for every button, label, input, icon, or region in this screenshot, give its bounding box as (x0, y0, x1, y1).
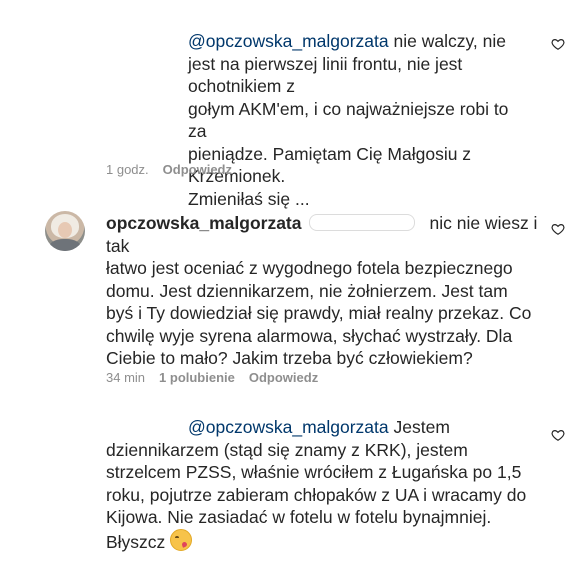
face-blowing-kiss-emoji (170, 528, 193, 551)
comment-body: nie walczy, nie jest na pierwszej linii … (188, 31, 509, 209)
comment-text: opczowska_malgorzata nic nie wiesz i tak … (106, 212, 546, 370)
likes-count[interactable]: 1 polubienie (159, 370, 235, 385)
comment-username[interactable]: opczowska_malgorzata (106, 213, 301, 233)
comment-time: 1 godz. (106, 162, 149, 177)
reply-button[interactable]: Odpowiedz (163, 162, 232, 177)
comment-body: Jestem dziennikarzem (stąd się znamy z K… (106, 417, 527, 552)
reply-button[interactable]: Odpowiedz (249, 370, 318, 385)
mention-link[interactable]: @opczowska_malgorzata (188, 417, 389, 437)
comment-text: @opczowska_malgorzata nie walczy, nie je… (188, 30, 528, 210)
hidden-mention-placeholder (309, 214, 416, 231)
comment-meta: 34 min 1 polubienie Odpowiedz (106, 370, 318, 385)
heart-icon[interactable] (551, 37, 565, 51)
heart-icon[interactable] (551, 428, 565, 442)
comment-meta: 1 godz. Odpowiedz (106, 162, 232, 177)
comment-text: @opczowska_malgorzata Jestem dziennikarz… (106, 416, 536, 553)
comment-body: łatwo jest oceniać z wygodnego fotela be… (106, 258, 532, 368)
avatar[interactable] (45, 211, 85, 251)
mention-link[interactable]: @opczowska_malgorzata (188, 31, 389, 51)
comment-time: 34 min (106, 370, 146, 385)
heart-icon[interactable] (551, 222, 565, 236)
